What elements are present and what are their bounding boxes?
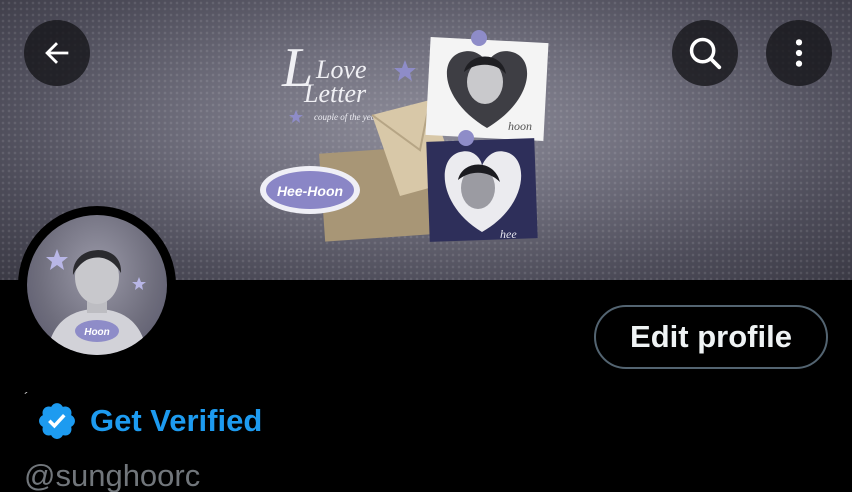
more-vertical-icon [795,39,803,67]
back-button[interactable] [24,20,90,86]
banner-subtitle: couple of the year [314,112,379,122]
sticker-label: Hee-Hoon [277,183,343,199]
get-verified-link[interactable]: Get Verified [36,396,262,446]
arrow-left-icon [45,42,69,64]
avatar-badge-text: Hoon [84,327,110,338]
photo-top-caption: hoon [508,119,532,133]
avatar[interactable]: Hoon [18,206,176,364]
star-icon [394,60,416,81]
polaroid-photo-bottom: hee [426,130,538,242]
more-options-button[interactable] [766,20,832,86]
display-name: ´ [24,389,29,405]
avatar-portrait: Hoon [46,249,147,355]
hee-hoon-sticker: Hee-Hoon [260,166,360,214]
get-verified-label: Get Verified [90,403,263,438]
photo-bottom-caption: hee [500,227,517,241]
username-handle: @sunghoorc [24,458,201,492]
verified-badge-icon [39,403,75,439]
search-button[interactable] [672,20,738,86]
avatar-image: Hoon [27,215,167,355]
polaroid-photo-top: hoon [425,30,549,142]
edit-profile-button[interactable]: Edit profile [594,305,828,369]
search-icon [689,37,722,70]
banner-title-line2: Letter [303,79,367,108]
star-icon [289,110,303,123]
